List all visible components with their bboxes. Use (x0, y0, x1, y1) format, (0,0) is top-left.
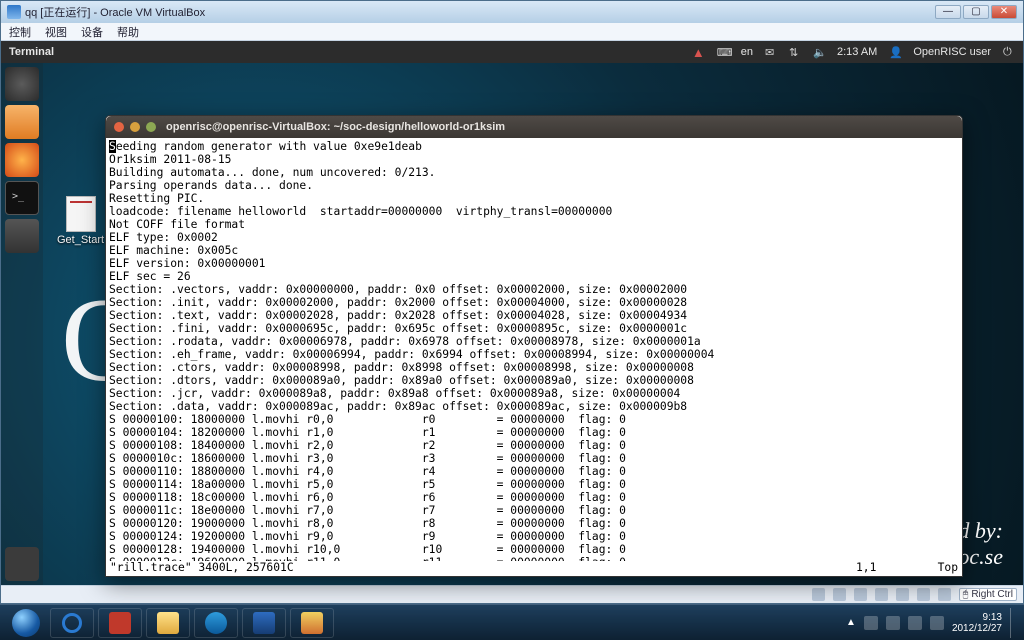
trash-launcher[interactable] (5, 547, 39, 581)
mediaplayer-icon (205, 612, 227, 634)
vim-scroll-pos: Top (938, 561, 958, 574)
vbox-hostkey: 🖰 Right Ctrl (959, 588, 1017, 601)
vbox-cd-icon[interactable] (833, 588, 846, 601)
virtualbox-task-icon (253, 612, 275, 634)
virtualbox-window: qq [正在运行] - Oracle VM VirtualBox — ▢ ✕ 控… (0, 0, 1024, 604)
firefox-launcher[interactable] (5, 143, 39, 177)
tray-time: 9:13 (952, 612, 1002, 623)
power-icon[interactable]: ⏻ (1003, 46, 1015, 58)
show-desktop-button[interactable] (1010, 608, 1018, 638)
terminal-maximize-icon[interactable] (146, 122, 156, 132)
warning-icon[interactable]: ▲ (692, 45, 705, 60)
desktop-file-name: Get_Start (57, 234, 104, 246)
tray-sound-icon[interactable] (908, 616, 922, 630)
explorer-icon (157, 612, 179, 634)
virtualbox-titlebar[interactable]: qq [正在运行] - Oracle VM VirtualBox — ▢ ✕ (1, 1, 1023, 23)
terminal-minimize-icon[interactable] (130, 122, 140, 132)
taskbar-paint[interactable] (290, 608, 334, 638)
ie-icon (62, 613, 82, 633)
taskbar-virtualbox[interactable] (242, 608, 286, 638)
start-button[interactable] (6, 608, 46, 638)
vim-cursor-pos: 1,1 (856, 561, 876, 574)
guest-display: Terminal ▲ ⌨ en ✉ ⇅ 🔈 2:13 AM 👤 OpenRISC… (1, 41, 1023, 585)
vim-file-info: "rill.trace" 3400L, 257601C (110, 561, 294, 574)
vim-statusline: "rill.trace" 3400L, 257601C 1,1 Top (106, 561, 962, 576)
menu-help[interactable]: 帮助 (117, 24, 139, 40)
ie-taskbar-button[interactable] (50, 608, 94, 638)
app-launcher[interactable] (5, 219, 39, 253)
active-app-name: Terminal (9, 46, 54, 58)
keyboard-layout-icon[interactable]: ⌨ (717, 46, 729, 58)
terminal-close-icon[interactable] (114, 122, 124, 132)
vbox-usb-icon[interactable] (875, 588, 888, 601)
close-button[interactable]: ✕ (991, 5, 1017, 19)
vbox-mouse-icon[interactable] (938, 588, 951, 601)
maximize-button[interactable]: ▢ (963, 5, 989, 19)
session-user[interactable]: OpenRISC user (913, 46, 991, 58)
tray-date: 2012/12/27 (952, 623, 1002, 634)
minimize-button[interactable]: — (935, 5, 961, 19)
taskbar-explorer[interactable] (146, 608, 190, 638)
unity-launcher (1, 63, 43, 585)
tray-expand-icon[interactable]: ▲ (846, 617, 856, 628)
menu-control[interactable]: 控制 (9, 24, 31, 40)
paint-icon (301, 612, 323, 634)
vbox-shared-icon[interactable] (896, 588, 909, 601)
tray-clock[interactable]: 9:13 2012/12/27 (952, 612, 1002, 634)
ubuntu-top-panel: Terminal ▲ ⌨ en ✉ ⇅ 🔈 2:13 AM 👤 OpenRISC… (1, 41, 1023, 63)
windows-orb-icon (12, 609, 40, 637)
dash-button[interactable] (5, 67, 39, 101)
pdf-icon (109, 612, 131, 634)
virtualbox-statusbar: 🖰 Right Ctrl (1, 585, 1023, 603)
windows-taskbar: ▲ 9:13 2012/12/27 (0, 604, 1024, 640)
network-icon[interactable]: ⇅ (789, 46, 801, 58)
vbox-display-icon[interactable] (917, 588, 930, 601)
keyboard-layout-label[interactable]: en (741, 46, 753, 58)
taskbar-pdf[interactable] (98, 608, 142, 638)
menu-view[interactable]: 视图 (45, 24, 67, 40)
system-tray: ▲ 9:13 2012/12/27 (846, 608, 1018, 638)
virtualbox-title: qq [正在运行] - Oracle VM VirtualBox (25, 4, 205, 20)
menu-devices[interactable]: 设备 (81, 24, 103, 40)
document-icon (66, 196, 96, 232)
files-launcher[interactable] (5, 105, 39, 139)
clock[interactable]: 2:13 AM (837, 46, 877, 58)
terminal-output[interactable]: Seeding random generator with value 0xe9… (106, 138, 962, 561)
user-icon[interactable]: 👤 (889, 46, 901, 58)
virtualbox-menubar: 控制 视图 设备 帮助 (1, 23, 1023, 41)
tray-network-icon[interactable] (930, 616, 944, 630)
virtualbox-icon (7, 5, 21, 19)
terminal-window[interactable]: openrisc@openrisc-VirtualBox: ~/soc-desi… (105, 115, 963, 577)
terminal-launcher[interactable] (5, 181, 39, 215)
taskbar-mediaplayer[interactable] (194, 608, 238, 638)
ubuntu-desktop[interactable]: Terminal ▲ ⌨ en ✉ ⇅ 🔈 2:13 AM 👤 OpenRISC… (1, 41, 1023, 585)
terminal-title: openrisc@openrisc-VirtualBox: ~/soc-desi… (166, 121, 505, 133)
terminal-titlebar[interactable]: openrisc@openrisc-VirtualBox: ~/soc-desi… (106, 116, 962, 138)
tray-icon-1[interactable] (864, 616, 878, 630)
desktop-file[interactable]: Get_Start (57, 196, 104, 246)
mail-icon[interactable]: ✉ (765, 46, 777, 58)
sound-icon[interactable]: 🔈 (813, 46, 825, 58)
vbox-net-icon[interactable] (854, 588, 867, 601)
vbox-hdd-icon[interactable] (812, 588, 825, 601)
tray-icon-2[interactable] (886, 616, 900, 630)
